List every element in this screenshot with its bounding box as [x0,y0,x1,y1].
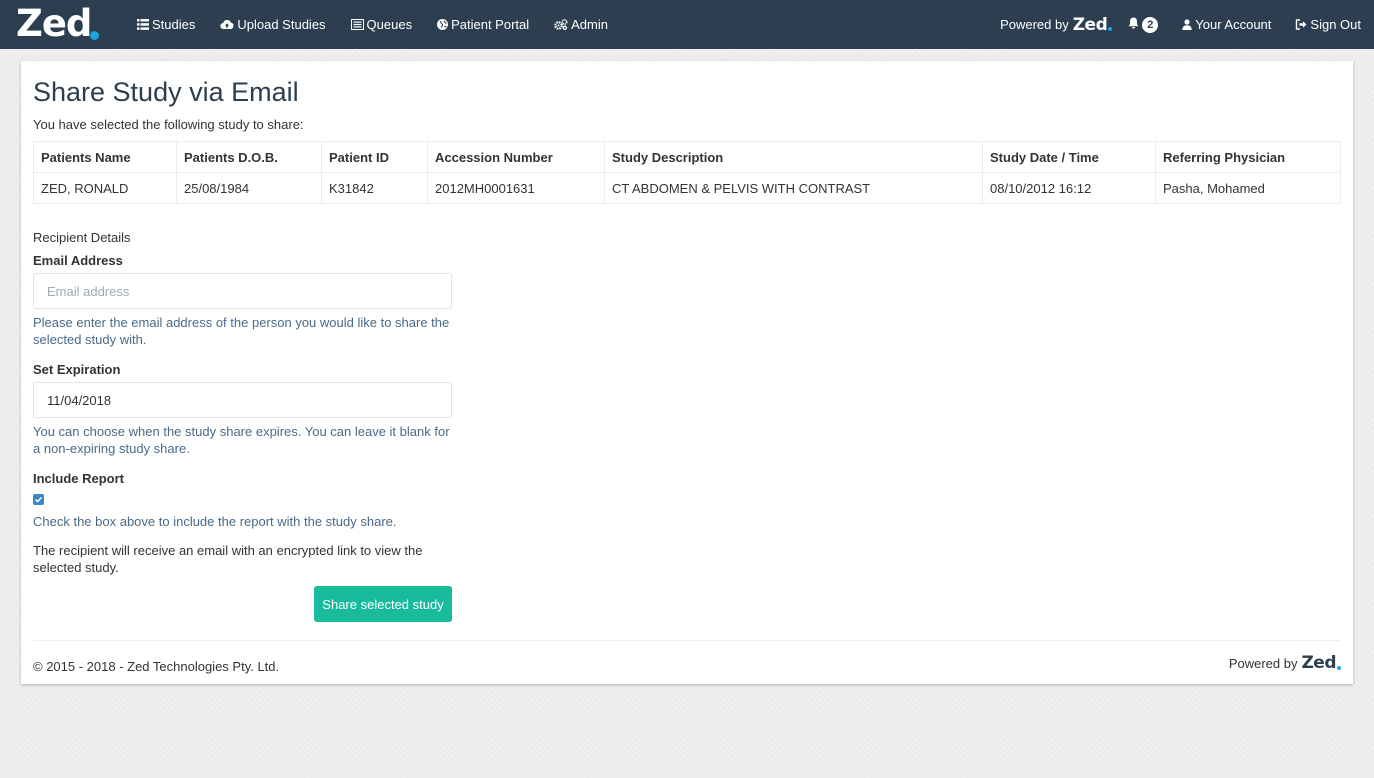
top-navbar: Zed Studies Upload Studies Queues Patien… [0,0,1374,49]
share-selected-study-button[interactable]: Share selected study [314,586,452,622]
column-header: Patient ID [321,141,428,173]
recipient-note: The recipient will receive an email with… [33,543,423,575]
nav-item-studies[interactable]: Studies [137,17,195,32]
nav-item-queues[interactable]: Queues [350,17,413,32]
footer-powered-by: Powered by Zed [1229,653,1341,673]
table-row: ZED, RONALD 25/08/1984 K31842 2012MH0001… [33,172,1341,204]
list-icon [137,19,149,30]
nav-item-admin[interactable]: Admin [554,17,608,32]
footer-divider [33,640,1341,641]
notifications-button[interactable]: 2 [1128,16,1159,33]
email-help-text: Please enter the email address of the pe… [33,315,450,347]
nav-powered-by: Powered by Zed [1000,14,1113,35]
nav-item-patient-portal[interactable]: Patient Portal [437,17,529,32]
page-title: Share Study via Email [33,77,299,107]
study-description-cell: CT ABDOMEN & PELVIS WITH CONTRAST [604,172,983,204]
cogs-icon [554,19,568,30]
nav-right: Powered by Zed 2 Your Account Sign Out [1000,0,1361,49]
sign-out-label: Sign Out [1310,17,1361,32]
column-header: Patients Name [33,141,177,173]
nav-item-studies-label: Studies [152,17,196,32]
your-account-label: Your Account [1195,17,1272,32]
nav-powered-logo: Zed [1072,14,1108,35]
accession-number-cell: 2012MH0001631 [427,172,605,204]
referring-physician-cell: Pasha, Mohamed [1155,172,1341,204]
include-report-checkbox[interactable] [33,494,44,505]
recipient-details-heading: Recipient Details [33,230,131,245]
cloud-upload-icon [220,19,234,30]
email-address-label: Email Address [33,253,123,268]
footer-powered-by-text: Powered by [1228,655,1298,671]
column-header: Patients D.O.B. [176,141,322,173]
selected-study-table: Patients Name Patients D.O.B. Patient ID… [33,141,1341,204]
set-expiration-label: Set Expiration [33,362,121,377]
nav-powered-by-text: Powered by [1000,17,1069,32]
user-icon [1182,19,1192,30]
globe-icon [437,19,449,30]
notification-badge: 2 [1142,16,1159,33]
main-panel: Share Study via Email You have selected … [21,61,1353,684]
column-header: Referring Physician [1155,141,1341,173]
footer-powered-logo: Zed [1301,653,1336,673]
patient-dob-cell: 25/08/1984 [176,172,322,204]
study-datetime-cell: 08/10/2012 16:12 [982,172,1156,204]
sign-out-link[interactable]: Sign Out [1295,17,1361,32]
intro-text: You have selected the following study to… [33,117,304,132]
email-field[interactable] [33,273,452,309]
brand-logo-dot [90,31,100,40]
sign-out-icon [1295,19,1307,30]
bell-icon [1128,17,1139,32]
nav-item-upload-studies[interactable]: Upload Studies [220,17,326,32]
expiration-date-field[interactable] [33,382,452,418]
column-header: Study Description [604,141,983,173]
patient-name-cell: ZED, RONALD [33,172,177,204]
nav-item-admin-label: Admin [571,17,608,32]
copyright-text: © 2015 - 2018 - Zed Technologies Pty. Lt… [33,659,280,674]
nav-item-patient-portal-label: Patient Portal [451,17,530,32]
your-account-link[interactable]: Your Account [1182,17,1271,32]
table-header-row: Patients Name Patients D.O.B. Patient ID… [33,141,1341,173]
expiration-help-text: You can choose when the study share expi… [33,424,450,456]
include-report-help-text: Check the box above to include the repor… [33,514,397,529]
column-header: Accession Number [427,141,605,173]
nav-item-upload-label: Upload Studies [237,17,326,32]
include-report-label: Include Report [33,471,125,486]
brand-logo[interactable]: Zed [16,2,100,45]
nav-item-queues-label: Queues [366,17,413,32]
queue-list-icon [350,19,364,30]
brand-logo-text: Zed [16,2,92,45]
patient-id-cell: K31842 [321,172,428,204]
column-header: Study Date / Time [982,141,1156,173]
checkmark-icon [34,496,43,503]
footer-powered-logo-dot [1337,665,1341,670]
main-nav: Studies Upload Studies Queues Patient Po… [137,0,633,49]
nav-powered-logo-dot [1108,27,1113,31]
